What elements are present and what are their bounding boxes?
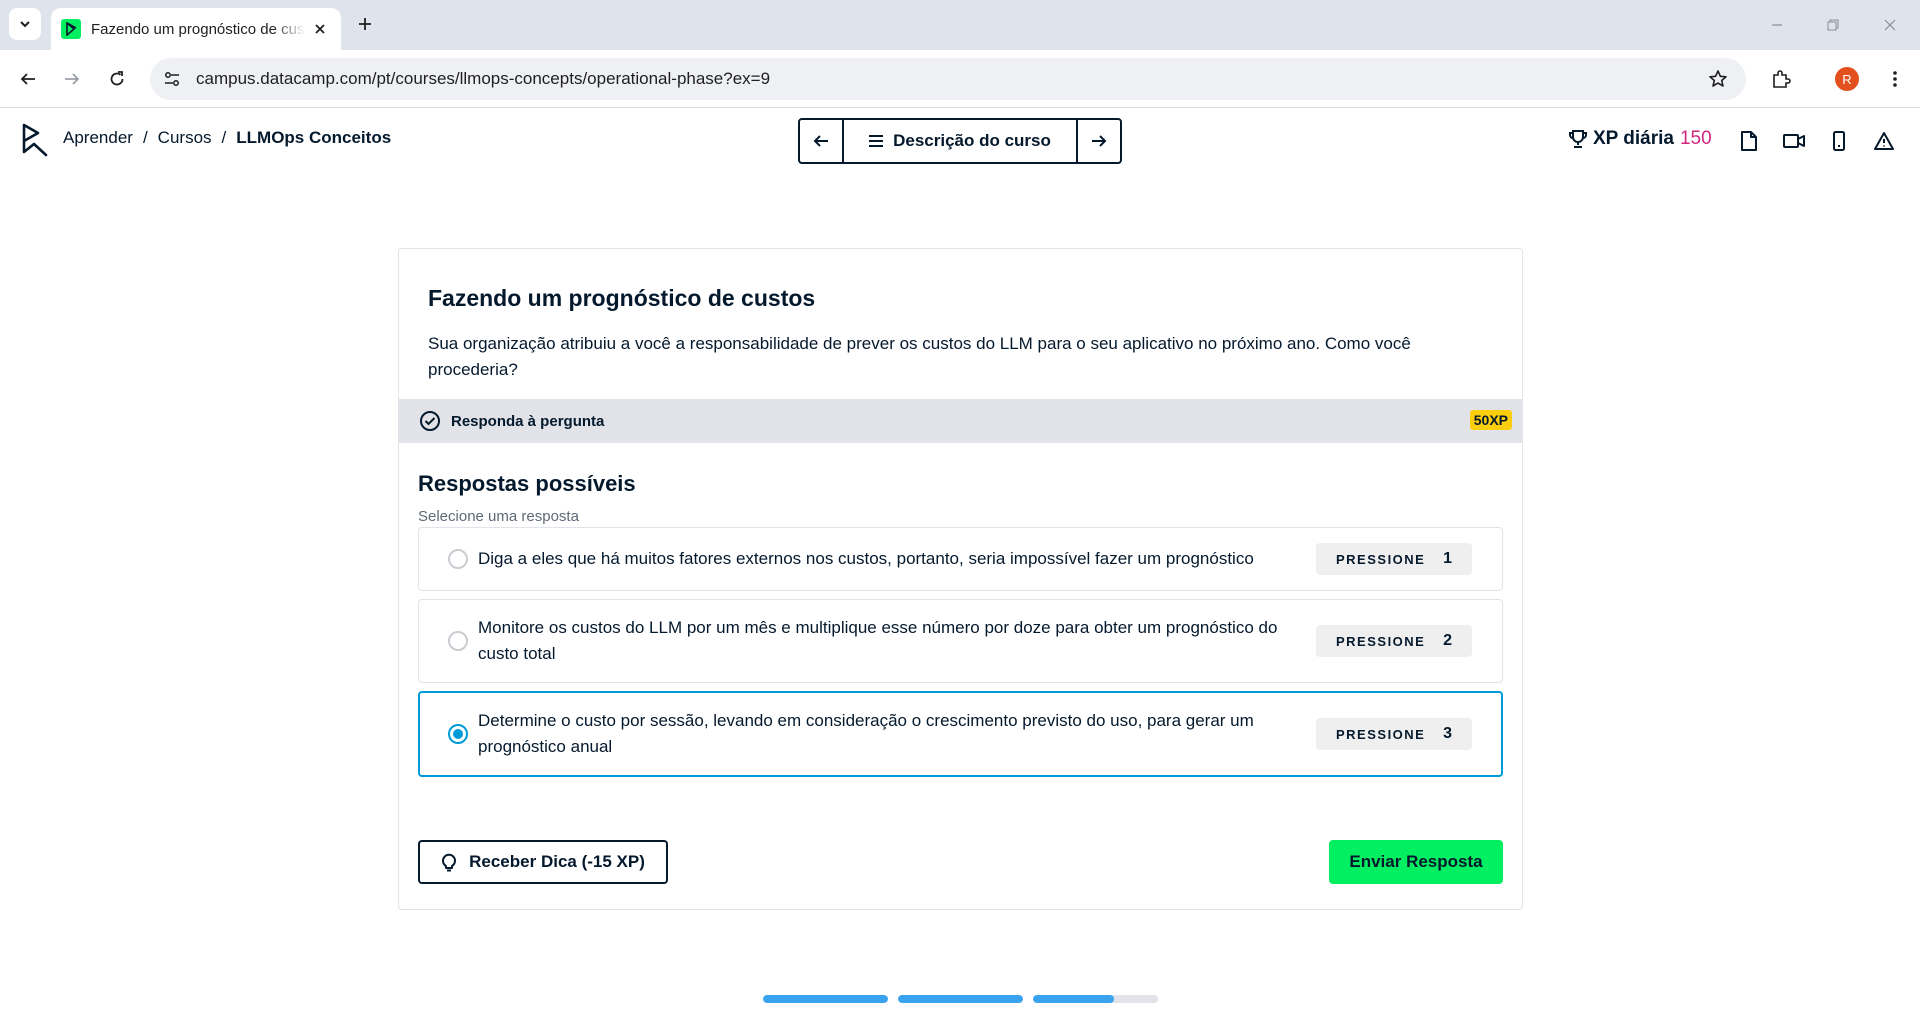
- task-label: Responda à pergunta: [451, 412, 605, 430]
- keyboard-shortcut: PRESSIONE 3: [1316, 718, 1472, 750]
- answer-option-1[interactable]: Diga a eles que há muitos fatores extern…: [418, 527, 1503, 591]
- chevron-down-icon: [20, 21, 30, 28]
- submit-answer-button[interactable]: Enviar Resposta: [1329, 840, 1503, 884]
- minimize-window-button[interactable]: [1762, 10, 1792, 40]
- mobile-button[interactable]: [1826, 128, 1852, 154]
- reload-icon: [110, 71, 124, 86]
- bookmark-star-icon[interactable]: [1706, 67, 1730, 91]
- keyboard-shortcut: PRESSIONE 2: [1316, 625, 1472, 657]
- task-bar: Responda à pergunta 50XP: [399, 399, 1522, 443]
- shortcut-key: 2: [1443, 632, 1452, 649]
- course-description-button[interactable]: Descrição do curso: [844, 120, 1076, 162]
- document-icon: [1741, 131, 1757, 151]
- progress-fill: [763, 995, 888, 1003]
- daily-xp[interactable]: XP diária 150: [1569, 128, 1712, 150]
- browser-menu-button[interactable]: [1880, 64, 1910, 94]
- trophy-icon: [1569, 130, 1587, 148]
- browser-toolbar: campus.datacamp.com/pt/courses/llmops-co…: [0, 50, 1920, 108]
- breadcrumb-course-title[interactable]: LLMOps Conceitos: [236, 128, 391, 148]
- exercise-description: Sua organização atribuiu a você a respon…: [428, 334, 1411, 379]
- lightbulb-icon: [442, 853, 457, 872]
- video-icon: [1783, 134, 1805, 148]
- progress-segment: [1033, 995, 1158, 1003]
- arrow-right-icon: [1092, 135, 1107, 147]
- breadcrumb-separator: /: [142, 128, 148, 147]
- tab-title: Fazendo um prognóstico de custos: [91, 20, 305, 38]
- close-window-button[interactable]: [1875, 10, 1905, 40]
- progress-segment: [763, 995, 888, 1003]
- tab-search-button[interactable]: [9, 8, 41, 40]
- browser-tabstrip: Fazendo um prognóstico de custos: [0, 0, 1920, 50]
- radio-button[interactable]: [448, 631, 468, 651]
- url-text: campus.datacamp.com/pt/courses/llmops-co…: [196, 69, 771, 88]
- arrow-right-icon: [65, 73, 80, 85]
- close-icon: [1884, 19, 1896, 31]
- site-settings-icon[interactable]: [160, 67, 184, 91]
- slides-button[interactable]: [1736, 128, 1762, 154]
- back-button[interactable]: [13, 64, 43, 94]
- reload-button[interactable]: [102, 64, 132, 94]
- mobile-phone-icon: [1833, 131, 1845, 151]
- answer-option-text: Determine o custo por sessão, levando em…: [478, 711, 1254, 756]
- more-vertical-icon: [1893, 71, 1897, 87]
- puzzle-icon: [1773, 70, 1791, 88]
- report-issue-button[interactable]: [1871, 128, 1897, 154]
- hint-button-label: Receber Dica (-15 XP): [469, 852, 645, 871]
- browser-tab-active[interactable]: Fazendo um prognóstico de custos: [51, 8, 341, 50]
- restore-window-button[interactable]: [1818, 10, 1848, 40]
- progress-fill: [1033, 995, 1115, 1003]
- menu-icon: [869, 135, 884, 147]
- datacamp-favicon-icon: [61, 19, 81, 39]
- datacamp-logo-icon[interactable]: [20, 122, 50, 158]
- answer-option-text: Diga a eles que há muitos fatores extern…: [478, 549, 1254, 568]
- keyboard-shortcut: PRESSIONE 1: [1316, 543, 1472, 575]
- course-navigation: Descrição do curso: [798, 118, 1122, 164]
- get-hint-button[interactable]: Receber Dica (-15 XP): [418, 840, 668, 884]
- shortcut-label: PRESSIONE: [1336, 633, 1426, 649]
- extensions-button[interactable]: [1766, 64, 1796, 94]
- exercise-title: Fazendo um prognóstico de custos: [428, 285, 816, 311]
- forward-button[interactable]: [57, 64, 87, 94]
- radio-button[interactable]: [448, 549, 468, 569]
- shortcut-label: PRESSIONE: [1336, 551, 1426, 567]
- answers-title: Respostas possíveis: [418, 471, 636, 496]
- previous-exercise-button[interactable]: [800, 120, 844, 162]
- minimize-icon: [1772, 24, 1782, 26]
- breadcrumb: Aprender / Cursos / LLMOps Conceitos: [63, 128, 391, 148]
- profile-avatar[interactable]: R: [1835, 67, 1859, 91]
- arrow-left-icon: [20, 73, 35, 85]
- xp-value: 150: [1679, 128, 1712, 149]
- course-description-label: Descrição do curso: [893, 131, 1051, 150]
- shortcut-label: PRESSIONE: [1336, 726, 1426, 742]
- restore-icon: [1827, 19, 1839, 31]
- breadcrumb-courses-link[interactable]: Cursos: [158, 128, 212, 148]
- next-exercise-button[interactable]: [1076, 120, 1120, 162]
- progress-fill: [898, 995, 1023, 1003]
- xp-label: XP diária: [1593, 128, 1674, 149]
- check-circle-icon: [419, 410, 441, 432]
- plus-icon: [359, 18, 371, 30]
- breadcrumb-separator: /: [221, 128, 227, 147]
- shortcut-key: 1: [1443, 550, 1452, 567]
- answer-option-text: Monitore os custos do LLM por um mês e m…: [478, 618, 1278, 663]
- app-header: Aprender / Cursos / LLMOps Conceitos Des…: [0, 108, 1920, 172]
- address-bar[interactable]: campus.datacamp.com/pt/courses/llmops-co…: [150, 58, 1746, 100]
- answer-option-3[interactable]: Determine o custo por sessão, levando em…: [418, 691, 1503, 777]
- arrow-left-icon: [813, 135, 828, 147]
- breadcrumb-learn-link[interactable]: Aprender: [63, 128, 133, 148]
- exercise-progress: [763, 995, 1158, 1003]
- shortcut-key: 3: [1443, 725, 1452, 742]
- close-tab-icon[interactable]: [309, 18, 331, 40]
- exercise-card: Fazendo um prognóstico de custos Sua org…: [398, 248, 1523, 910]
- radio-button-selected[interactable]: [448, 724, 468, 744]
- answer-option-2[interactable]: Monitore os custos do LLM por um mês e m…: [418, 599, 1503, 683]
- xp-badge: 50XP: [1469, 410, 1512, 430]
- video-button[interactable]: [1781, 128, 1807, 154]
- new-tab-button[interactable]: [353, 12, 377, 36]
- progress-segment: [898, 995, 1023, 1003]
- answers-subtitle: Selecione uma resposta: [418, 508, 579, 525]
- warning-icon: [1874, 132, 1894, 150]
